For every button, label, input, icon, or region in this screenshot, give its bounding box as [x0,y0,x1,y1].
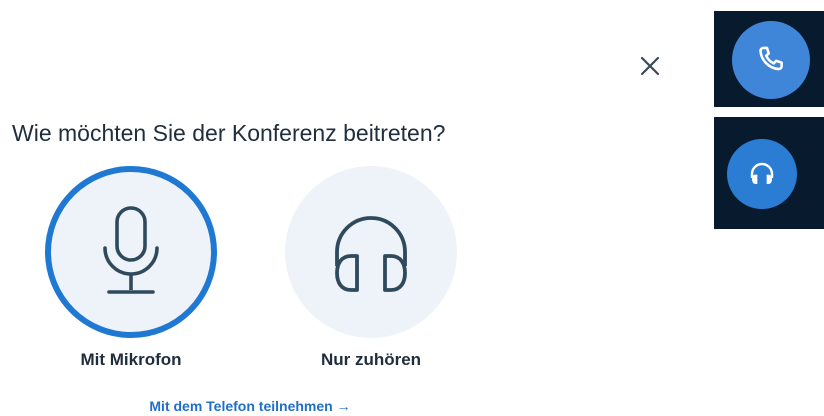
headphones-icon [750,162,774,184]
phone-dial-in-link[interactable]: Mit dem Telefon teilnehmen → [100,398,400,414]
microphone-option[interactable] [45,166,217,338]
listen-only-option[interactable] [285,166,457,338]
phone-button-panel [714,11,824,107]
dialog-title: Wie möchten Sie der Konferenz beitreten? [12,120,446,146]
close-icon [640,56,660,76]
microphone-option-label: Mit Mikrofon [80,350,182,369]
close-button[interactable] [636,52,664,80]
phone-button[interactable] [732,21,810,99]
listen-only-option-label: Nur zuhören [320,350,422,369]
listen-button-panel [714,117,824,229]
phone-icon [759,46,783,71]
microphone-icon [103,206,159,294]
headphones-icon [335,216,407,292]
listen-only-side-button[interactable] [727,139,797,209]
